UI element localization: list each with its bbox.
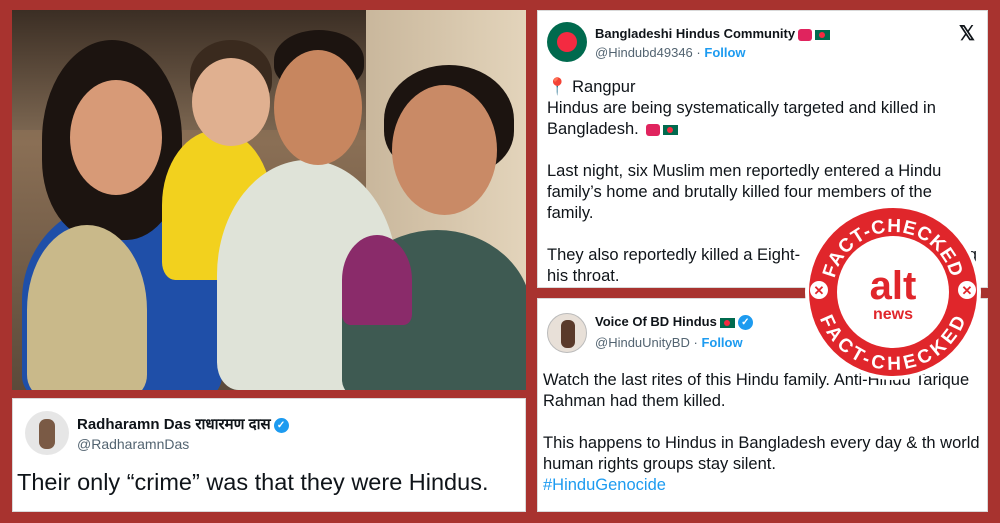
bangladesh-flag-icon-2: [663, 124, 679, 135]
pin-icon: 📍: [547, 78, 568, 96]
verified-badge-icon: ✓: [273, 417, 289, 433]
author-name-text: Radharamn Das राधारमण दास: [77, 416, 271, 433]
badge-logo-main: alt: [870, 264, 917, 308]
separator: ·: [696, 45, 701, 60]
svg-text:✕: ✕: [814, 283, 825, 298]
bangladesh-flag-icon: [815, 29, 831, 40]
tweet-author-handle: @Hindubd49346 · Follow: [595, 45, 746, 60]
close-icon-right: ✕: [958, 281, 976, 299]
person-older-woman-blouse: [342, 235, 412, 325]
follow-button[interactable]: Follow: [704, 45, 745, 60]
flag-circle: [557, 32, 577, 52]
family-photo: [12, 10, 526, 390]
avatar: [547, 313, 587, 353]
person-young-woman-kurta: [27, 225, 147, 390]
tweet-author-name[interactable]: Bangladeshi Hindus Community: [595, 26, 831, 41]
face-older-woman: [392, 85, 497, 215]
fact-checked-badge: FACT-CHECKED FACT-CHECKED alt news ✕ ✕: [805, 204, 981, 380]
line2-wrap: Bangladesh.: [547, 119, 977, 140]
face-child: [192, 58, 270, 146]
tweet-author-name[interactable]: Voice Of BD Hindus ✓: [595, 314, 753, 331]
x-logo-icon[interactable]: 𝕏: [959, 21, 975, 46]
para3-a: They also reportedly killed a Eight-: [547, 246, 801, 264]
tweet-author-handle: @HinduUnityBD · Follow: [595, 335, 743, 350]
avatar: [547, 22, 587, 62]
tweet-author-handle: @RadharamnDas: [77, 436, 189, 452]
line2: Bangladesh.: [547, 120, 639, 138]
handle-text: @RadharamnDas: [77, 436, 190, 452]
tweet-card-bottom-left[interactable]: Radharamn Das राधारमण दास ✓ @RadharamnDas…: [12, 398, 526, 512]
follow-button[interactable]: Follow: [701, 335, 742, 350]
tweet-body: Watch the last rites of this Hindu famil…: [543, 370, 983, 496]
avatar-figure: [561, 320, 575, 348]
author-name-text: Voice Of BD Hindus: [595, 314, 717, 329]
siren-emoji-icon: [798, 28, 813, 41]
handle-text: @HinduUnityBD: [595, 335, 690, 350]
siren-emoji-icon-2: [646, 123, 661, 136]
face-man: [274, 50, 362, 165]
location-line: 📍 Rangpur: [547, 77, 977, 98]
badge-logo-sub: news: [873, 306, 913, 323]
tweet-body: Their only “crime” was that they were Hi…: [17, 469, 489, 495]
face-young-woman: [70, 80, 162, 195]
location-text: Rangpur: [572, 78, 636, 96]
line1: Hindus are being systematically targeted…: [547, 99, 936, 117]
tweet-author-name[interactable]: Radharamn Das राधारमण दास ✓: [77, 414, 289, 434]
svg-text:✕: ✕: [962, 283, 973, 298]
avatar-figure: [39, 419, 55, 449]
bangladesh-flag-icon: [719, 317, 735, 328]
handle-text: @Hindubd49346: [595, 45, 693, 60]
hashtag-link[interactable]: #HinduGenocide: [543, 475, 983, 496]
close-icon: ✕: [810, 281, 828, 299]
author-name-text: Bangladeshi Hindus Community: [595, 26, 796, 41]
paragraph-2: This happens to Hindus in Bangladesh eve…: [543, 434, 980, 473]
avatar: [25, 411, 69, 455]
separator: ·: [693, 335, 698, 350]
verified-badge-icon: ✓: [737, 315, 753, 331]
